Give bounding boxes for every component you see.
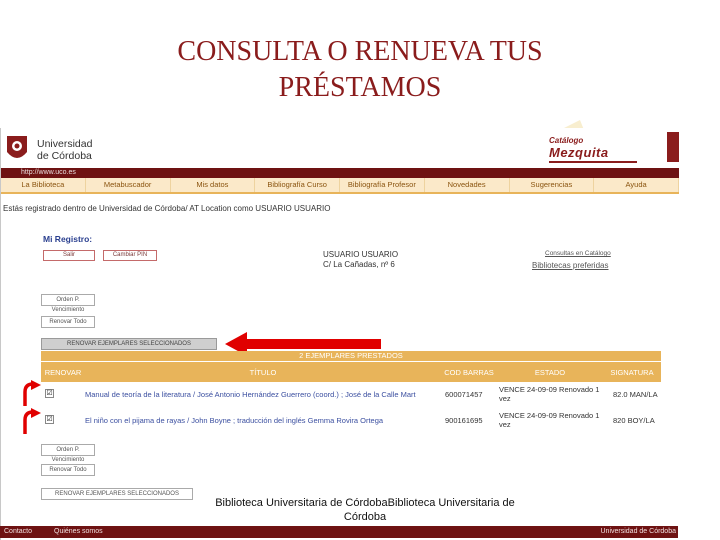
row-estado: VENCE 24-09-09 Renovado 1 vez <box>499 385 600 403</box>
row-cod-barras: 900161695 <box>445 415 483 425</box>
orden-vencimiento-button-top[interactable]: Orden P. Vencimiento <box>41 294 95 313</box>
table-row: ☑ Manual de teoría de la literatura / Jo… <box>41 384 661 404</box>
nav-item-biblioteca[interactable]: La Biblioteca <box>1 178 86 192</box>
table-row: ☑ El niño con el pijama de rayas / John … <box>41 410 661 430</box>
main-nav: La Biblioteca Metabuscador Mis datos Bib… <box>1 178 679 194</box>
slide-title-line1: CONSULTA O RENUEVA TUS <box>177 36 543 67</box>
user-address: C/ La Cañadas, nº 6 <box>323 260 395 269</box>
row-titulo-link[interactable]: Manual de teoría de la literatura / José… <box>85 384 439 404</box>
contacto-link[interactable]: Contacto <box>4 526 32 538</box>
header-estado: ESTADO <box>534 367 566 377</box>
renovar-checkbox[interactable]: ☑ <box>45 389 54 398</box>
cambiar-pin-button[interactable]: Cambiar PIN <box>103 250 157 261</box>
url-strip: http://www.uco.es <box>1 168 679 178</box>
nav-item-mis-datos[interactable]: Mis datos <box>171 178 256 192</box>
nav-item-bibliografia-profesor[interactable]: Bibliografía Profesor <box>340 178 425 192</box>
loans-table-caption: 2 EJEMPLARES PRESTADOS <box>41 351 661 361</box>
site-header: Universidad de Córdoba Catálogo Mezquita <box>1 128 679 168</box>
slide-title-line2: PRÉSTAMOS <box>278 72 442 103</box>
row-signatura: 82.0 MAN/LA <box>613 389 658 399</box>
site-footer: Contacto Quiénes somos Universidad de Có… <box>0 526 678 538</box>
url-text: http://www.uco.es <box>21 169 76 176</box>
row-titulo-link[interactable]: El niño con el pijama de rayas / John Bo… <box>85 410 439 430</box>
catalog-logo-big: Mezquita <box>549 145 609 160</box>
catalog-logo[interactable]: Catálogo Mezquita <box>549 136 637 163</box>
renovar-todo-button-top[interactable]: Renovar Todo <box>41 316 95 328</box>
header-cod-barras: COD BARRAS <box>444 367 494 377</box>
university-name: Universidad de Córdoba <box>37 138 93 162</box>
slide-caption: Biblioteca Universitaria de CórdobaBibli… <box>215 497 515 523</box>
orden-vencimiento-button-bottom[interactable]: Orden P. Vencimiento <box>41 444 95 463</box>
row-estado: VENCE 24-09-09 Renovado 1 vez <box>499 411 600 429</box>
catalog-logo-underline <box>549 161 637 163</box>
row-signatura: 820 BOY/LA <box>613 415 655 425</box>
quienes-somos-link[interactable]: Quiénes somos <box>54 526 103 538</box>
user-name: USUARIO USUARIO <box>323 250 399 259</box>
web-page-screenshot: Universidad de Córdoba Catálogo Mezquita… <box>0 128 679 540</box>
row-cod-barras: 600071457 <box>445 389 483 399</box>
header-renovar: RENOVAR <box>44 367 82 377</box>
curved-arrow-icon <box>23 408 41 434</box>
renovar-checkbox[interactable]: ☑ <box>45 415 54 424</box>
catalog-logo-small: Catálogo <box>549 136 584 145</box>
nav-item-metabuscador[interactable]: Metabuscador <box>86 178 171 192</box>
nav-item-novedades[interactable]: Novedades <box>425 178 510 192</box>
bibliotecas-preferidas-link[interactable]: Bibliotecas preferidas <box>532 261 608 270</box>
session-status: Estás registrado dentro de Universidad d… <box>3 204 331 213</box>
nav-item-ayuda[interactable]: Ayuda <box>594 178 679 192</box>
header-signatura: SIGNATURA <box>610 367 654 377</box>
slide-title: CONSULTA O RENUEVA TUS PRÉSTAMOS <box>0 34 720 106</box>
salir-button[interactable]: Salir <box>43 250 95 261</box>
footer-university: Universidad de Córdoba <box>600 528 677 535</box>
renovar-seleccionados-button-bottom[interactable]: RENOVAR EJEMPLARES SELECCIONADOS <box>41 488 193 500</box>
nav-item-sugerencias[interactable]: Sugerencias <box>510 178 595 192</box>
renovar-todo-button-bottom[interactable]: Renovar Todo <box>41 464 95 476</box>
consultas-link[interactable]: Consultas en Catálogo <box>545 250 611 257</box>
nav-item-bibliografia-curso[interactable]: Bibliografía Curso <box>255 178 340 192</box>
mi-registro-heading: Mi Registro: <box>43 234 93 244</box>
renovar-seleccionados-button-top[interactable]: RENOVAR EJEMPLARES SELECCIONADOS <box>41 338 217 350</box>
emblem-icon <box>667 132 679 162</box>
loans-table-header: RENOVAR TÍTULO COD BARRAS ESTADO SIGNATU… <box>41 362 661 382</box>
university-crest-icon <box>7 136 27 158</box>
header-titulo: TÍTULO <box>249 367 277 377</box>
curved-arrow-icon <box>23 380 41 406</box>
